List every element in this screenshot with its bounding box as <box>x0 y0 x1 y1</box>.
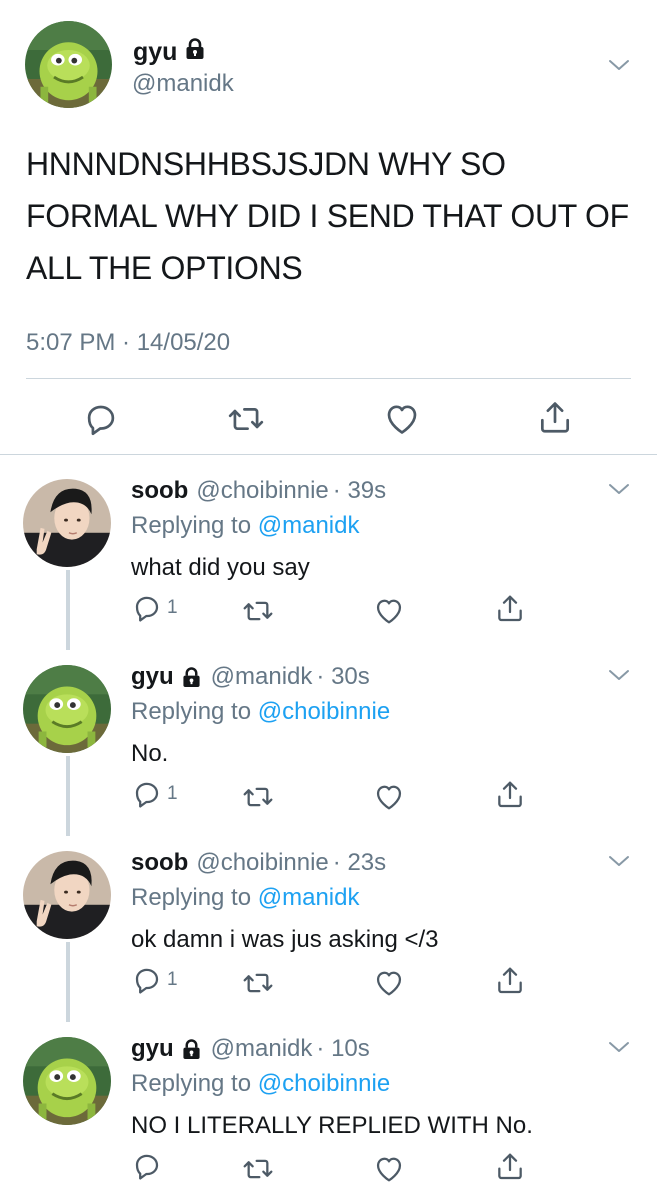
reply-handle[interactable]: @choibinnie <box>196 849 328 877</box>
chevron-down-icon[interactable] <box>608 668 630 682</box>
author-avatar[interactable] <box>25 21 112 108</box>
reply-header: gyu @manidk · 30s <box>131 663 370 691</box>
reply-text: No. <box>131 740 169 767</box>
reply-actions: 1 <box>131 592 178 624</box>
author-display-name[interactable]: gyu <box>133 38 177 67</box>
reply-icon[interactable]: 1 <box>131 964 178 996</box>
reply-handle[interactable]: @manidk <box>211 663 313 691</box>
reply-time: · 10s <box>316 1035 370 1062</box>
avatar-image <box>23 1037 111 1125</box>
share-icon[interactable] <box>494 592 526 624</box>
replying-to: Replying to @manidk <box>131 512 359 540</box>
reply-handle[interactable]: @choibinnie <box>196 477 328 505</box>
reply-display-name[interactable]: soob <box>131 849 188 877</box>
author-name-row[interactable]: gyu <box>133 38 205 67</box>
chevron-down-icon[interactable] <box>608 854 630 868</box>
replying-prefix: Replying to <box>131 884 252 911</box>
reply-display-name[interactable]: gyu <box>131 663 174 691</box>
reply-actions: 1 <box>131 778 178 810</box>
reply-count: 1 <box>167 969 178 990</box>
replying-prefix: Replying to <box>131 512 252 539</box>
replying-mention[interactable]: @choibinnie <box>258 1070 390 1097</box>
reply-text: what did you say <box>131 554 310 581</box>
retweet-icon[interactable] <box>242 1153 274 1185</box>
reply-actions <box>131 1150 167 1182</box>
reply-avatar[interactable] <box>23 1037 111 1125</box>
like-icon[interactable] <box>383 400 421 438</box>
reply-display-name[interactable]: gyu <box>131 1035 174 1063</box>
replying-prefix: Replying to <box>131 1070 252 1097</box>
reply-header: soob @choibinnie · 39s <box>131 477 386 505</box>
reply-time: · 39s <box>332 477 387 504</box>
avatar-image <box>23 665 111 753</box>
replying-to: Replying to @choibinnie <box>131 698 390 726</box>
divider <box>26 378 631 379</box>
section-divider <box>0 454 657 455</box>
retweet-icon[interactable] <box>242 967 274 999</box>
tweet-text: HNNNDNSHHBSJSJDN WHY SO FORMAL WHY DID I… <box>26 146 629 286</box>
share-icon[interactable] <box>494 1150 526 1182</box>
reply-avatar[interactable] <box>23 479 111 567</box>
author-handle[interactable]: @manidk <box>132 70 234 98</box>
thread-line <box>66 570 70 650</box>
reply-actions: 1 <box>131 964 178 996</box>
reply-avatar[interactable] <box>23 665 111 753</box>
lock-icon <box>185 38 205 67</box>
reply-header: gyu @manidk · 10s <box>131 1035 370 1063</box>
reply-avatar[interactable] <box>23 851 111 939</box>
reply-count: 1 <box>167 783 178 804</box>
like-icon[interactable] <box>373 781 405 813</box>
lock-icon <box>182 1039 201 1060</box>
share-icon[interactable] <box>494 964 526 996</box>
replying-prefix: Replying to <box>131 698 252 725</box>
avatar-image <box>25 21 112 108</box>
share-icon[interactable] <box>494 778 526 810</box>
reply-icon[interactable] <box>82 400 120 438</box>
reply-time: · 23s <box>332 849 387 876</box>
reply-display-name[interactable]: soob <box>131 477 188 505</box>
reply-text: NO I LITERALLY REPLIED WITH No. <box>131 1112 533 1139</box>
share-icon[interactable] <box>536 398 574 436</box>
replying-mention[interactable]: @choibinnie <box>258 698 390 725</box>
retweet-icon[interactable] <box>227 400 265 438</box>
reply-handle[interactable]: @manidk <box>211 1035 313 1063</box>
replying-to: Replying to @choibinnie <box>131 1070 390 1098</box>
replying-mention[interactable]: @manidk <box>258 512 360 539</box>
retweet-icon[interactable] <box>242 595 274 627</box>
reply-time: · 30s <box>316 663 370 690</box>
like-icon[interactable] <box>373 1153 405 1185</box>
reply-icon[interactable]: 1 <box>131 592 178 624</box>
reply-header: soob @choibinnie · 23s <box>131 849 386 877</box>
reply-count: 1 <box>167 597 178 618</box>
like-icon[interactable] <box>373 595 405 627</box>
reply-icon[interactable] <box>131 1150 167 1182</box>
tweet-timestamp[interactable]: 5:07 PM · 14/05/20 <box>26 329 230 357</box>
retweet-icon[interactable] <box>242 781 274 813</box>
replying-to: Replying to @manidk <box>131 884 359 912</box>
avatar-image <box>23 851 111 939</box>
chevron-down-icon[interactable] <box>608 1040 630 1054</box>
avatar-image <box>23 479 111 567</box>
like-icon[interactable] <box>373 967 405 999</box>
replying-mention[interactable]: @manidk <box>258 884 360 911</box>
thread-line <box>66 942 70 1022</box>
lock-icon <box>182 667 201 688</box>
reply-icon[interactable]: 1 <box>131 778 178 810</box>
thread-line <box>66 756 70 836</box>
chevron-down-icon[interactable] <box>608 482 630 496</box>
reply-text: ok damn i was jus asking </3 <box>131 926 439 953</box>
chevron-down-icon[interactable] <box>608 58 630 72</box>
